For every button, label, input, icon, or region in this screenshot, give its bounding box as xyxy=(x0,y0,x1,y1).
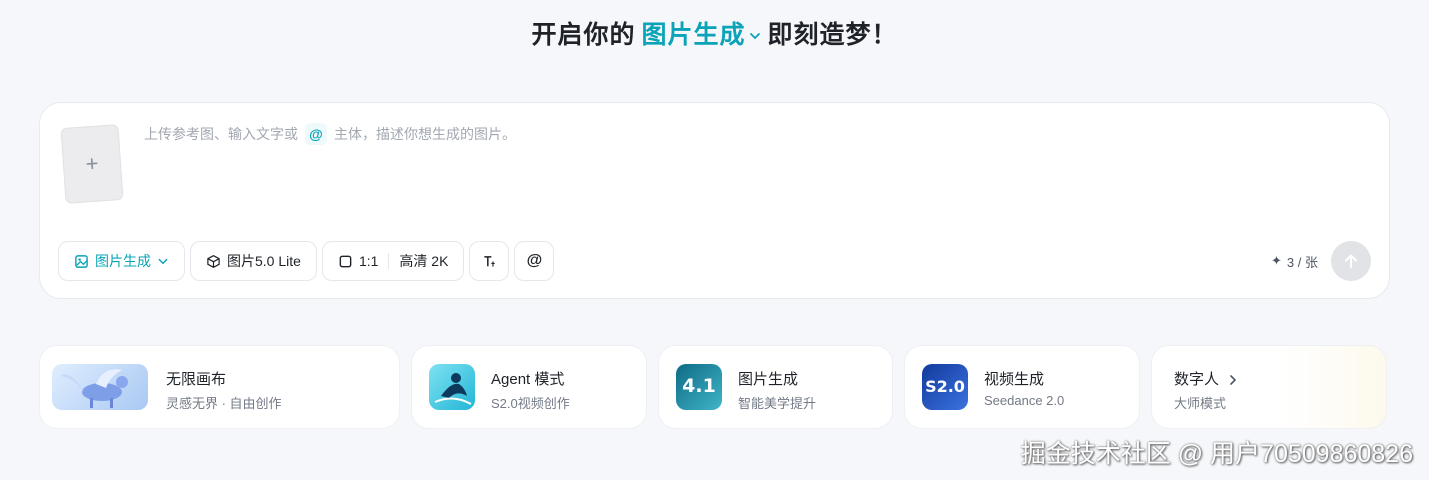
agent-icon xyxy=(429,364,475,410)
ratio-quality-button[interactable]: 1:1 高清 2K xyxy=(321,241,465,281)
aspect-ratio-icon xyxy=(339,255,352,267)
mode-dropdown-button[interactable]: 图片生成 xyxy=(58,241,185,281)
chevron-down-icon xyxy=(158,258,168,265)
video-s2-icon: S2.0 xyxy=(922,364,968,410)
prompt-composer: + 上传参考图、输入文字或 @ 主体，描述你想生成的图片。 图片生成 图片5.0… xyxy=(39,102,1390,299)
card-subtitle: 智能美学提升 xyxy=(738,396,817,411)
divider xyxy=(388,253,390,269)
ratio-label: 1:1 xyxy=(358,253,379,269)
send-button[interactable] xyxy=(1331,241,1371,281)
mode-selector[interactable]: 图片生成 xyxy=(641,21,761,49)
card-title: 无限画布 xyxy=(166,371,227,388)
chevron-right-icon xyxy=(1230,375,1237,385)
card-image-generation[interactable]: 4.1 图片生成 智能美学提升 xyxy=(658,345,893,429)
card-infinite-canvas[interactable]: 无限画布 灵感无界 · 自由创作 xyxy=(39,345,400,429)
thumb-version-label: S2.0 xyxy=(925,377,965,396)
cube-icon xyxy=(207,254,220,268)
card-title: 视频生成 xyxy=(984,371,1045,388)
page-headline: 开启你的 图片生成 即刻造梦！ xyxy=(0,17,1429,57)
card-video-generation[interactable]: S2.0 视频生成 Seedance 2.0 xyxy=(904,345,1140,429)
chevron-down-icon xyxy=(749,33,760,40)
at-mention-icon[interactable]: @ xyxy=(305,123,327,145)
mode-selector-label: 图片生成 xyxy=(641,21,746,49)
prompt-placeholder-start: 上传参考图、输入文字或 xyxy=(144,126,298,142)
prompt-input[interactable]: 上传参考图、输入文字或 @ 主体，描述你想生成的图片。 xyxy=(144,123,516,145)
pegasus-icon xyxy=(52,364,148,410)
headline-prefix: 开启你的 xyxy=(531,21,636,49)
quality-label: 高清 2K xyxy=(399,253,449,269)
card-subtitle: Seedance 2.0 xyxy=(984,393,1065,408)
card-agent-mode[interactable]: Agent 模式 S2.0视频创作 xyxy=(411,345,647,429)
model-select-button[interactable]: 图片5.0 Lite xyxy=(190,241,317,281)
text-style-button[interactable] xyxy=(469,241,510,281)
card-title-text: 数字人 xyxy=(1174,371,1220,388)
image-4-1-icon: 4.1 xyxy=(676,364,722,410)
model-select-label: 图片5.0 Lite xyxy=(227,253,301,269)
card-subtitle: S2.0视频创作 xyxy=(491,396,570,411)
card-subtitle: 大师模式 xyxy=(1174,396,1227,411)
upload-reference-button[interactable]: + xyxy=(60,124,124,204)
thumb-version-label: 4.1 xyxy=(682,375,716,397)
watermark: 掘金技术社区 @ 用户70509860826 xyxy=(1020,440,1413,468)
card-title: 数字人 xyxy=(1174,368,1239,389)
composer-toolbar: 图片生成 图片5.0 Lite 1:1 高清 2K @ xyxy=(58,241,555,281)
arrow-up-icon xyxy=(1345,254,1357,268)
card-title: Agent 模式 xyxy=(491,371,565,388)
mode-dropdown-label: 图片生成 xyxy=(95,253,151,269)
card-subtitle: 灵感无界 · 自由创作 xyxy=(166,396,282,411)
image-icon xyxy=(75,254,88,268)
credit-cost: ✦ 3 / 张 xyxy=(1271,251,1318,271)
at-icon: @ xyxy=(526,252,543,269)
sparkle-icon: ✦ xyxy=(1271,253,1282,268)
prompt-placeholder-end: 主体，描述你想生成的图片。 xyxy=(334,126,516,142)
credit-cost-label: 3 / 张 xyxy=(1286,254,1318,270)
headline-suffix: 即刻造梦！ xyxy=(767,21,898,49)
card-digital-human[interactable]: 数字人 大师模式 xyxy=(1151,345,1387,429)
card-title: 图片生成 xyxy=(738,371,799,388)
mention-button[interactable]: @ xyxy=(514,241,555,281)
text-format-icon xyxy=(484,255,495,267)
plus-icon: + xyxy=(84,150,100,177)
